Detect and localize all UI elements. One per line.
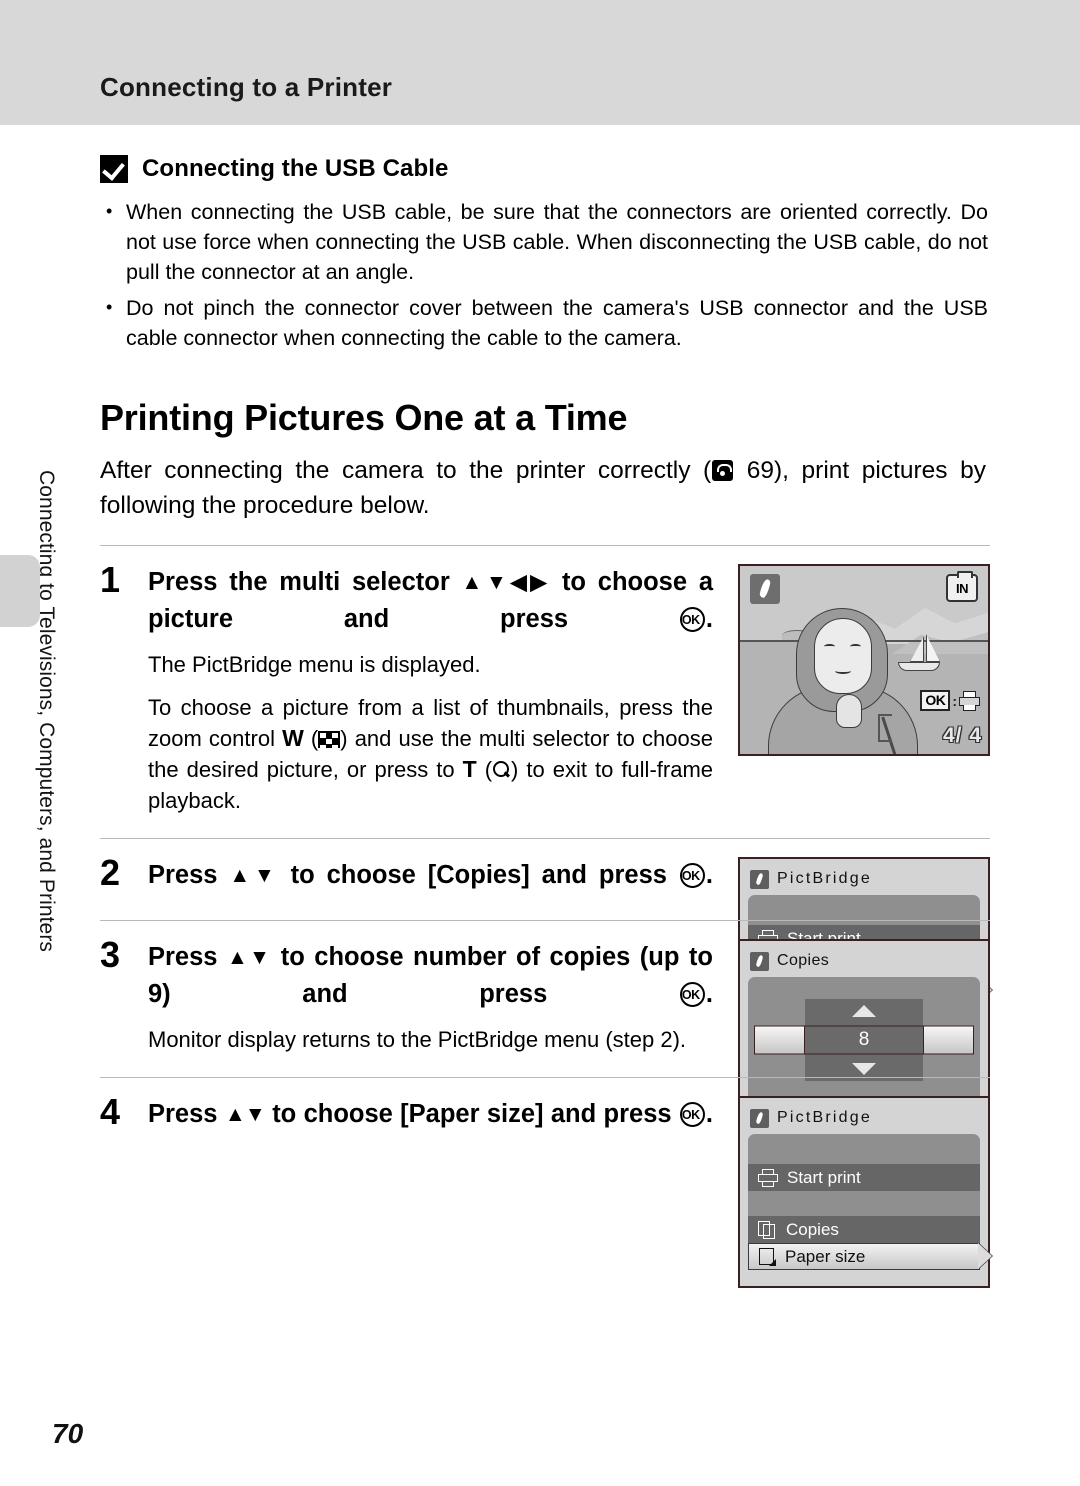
chapter-tab-marker: [0, 555, 40, 627]
multi-selector-arrows-icon: ▲▼: [229, 864, 279, 887]
step-number: 4: [100, 1091, 121, 1132]
copies-icon: [758, 1220, 777, 1239]
page-content: Connecting the USB Cable When connecting…: [100, 125, 990, 1288]
step-title-end: .: [705, 861, 713, 889]
menu-title-row: PictBridge: [748, 867, 980, 891]
menu-title-label: Copies: [777, 952, 830, 969]
step-title-end: .: [705, 605, 713, 633]
photo-person-mouth: [835, 668, 851, 674]
zoom-tele-label: T: [462, 756, 477, 782]
multi-selector-arrows-icon: ▲▼: [226, 946, 272, 969]
zoom-wide-label: W: [282, 725, 304, 751]
multi-selector-arrows-icon: ▲▼: [224, 1103, 266, 1126]
ok-button-icon: OK: [679, 982, 705, 1007]
print-hint-group: OK :: [920, 690, 980, 711]
menu-item-paper-size[interactable]: Paper size: [748, 1243, 980, 1270]
ok-button-icon: OK: [679, 863, 705, 888]
step-4-screenshot: PictBridge Start print Copies Paper size: [738, 1096, 990, 1288]
checkbox-checked-icon: [100, 155, 128, 183]
copies-value: 8: [858, 1029, 870, 1050]
step-title-part-2: to choose [Copies] and press: [290, 861, 667, 889]
photo-person-hand: [836, 694, 862, 728]
playback-mode-icon: [750, 574, 780, 604]
step-number: 3: [100, 934, 121, 975]
step-title-part-1: Press: [148, 1100, 218, 1128]
menu-item-label: Start print: [787, 1167, 861, 1187]
triangle-down-icon[interactable]: [852, 1063, 876, 1075]
photo-person-face: [814, 618, 872, 694]
note-heading-row: Connecting the USB Cable: [100, 155, 990, 183]
section-intro: After connecting the camera to the print…: [100, 453, 990, 523]
step-title: Press the multi selector ▲▼◀▶ to choose …: [148, 564, 713, 637]
ok-button-indicator: OK: [920, 690, 951, 711]
triangle-up-icon[interactable]: [852, 1005, 876, 1017]
page-header-band: Connecting to a Printer: [0, 0, 1080, 125]
step-number: 1: [100, 559, 121, 600]
procedure-step-2: 2 Press ▲▼ to choose [Copies] and press …: [100, 838, 990, 1049]
intro-text-before: After connecting the camera to the print…: [100, 457, 712, 484]
page-reference-icon: [712, 460, 734, 481]
procedure-step-3: 3 Press ▲▼ to choose number of copies (u…: [100, 920, 990, 1131]
page-number: 70: [52, 1418, 84, 1449]
playback-mode-icon: [750, 1108, 769, 1128]
menu-title-label: PictBridge: [777, 1109, 872, 1126]
page-icon: [759, 1247, 776, 1266]
menu-title-row: Copies: [748, 949, 980, 973]
step-number: 2: [100, 852, 121, 893]
magnifier-icon: [492, 761, 511, 780]
step-description-1: Monitor display returns to the PictBridg…: [148, 1027, 687, 1052]
ok-button-icon: OK: [679, 607, 705, 632]
section-heading: Printing Pictures One at a Time: [100, 397, 628, 438]
photo-sailboat-hull: [898, 662, 940, 671]
chapter-side-tab: Connecting to Televisions, Computers, an…: [28, 470, 62, 1030]
step-title-end: .: [705, 1100, 713, 1128]
note-heading-label: Connecting the USB Cable: [142, 155, 449, 182]
step-title-part-2: to choose [Paper size] and press: [272, 1100, 672, 1128]
multi-selector-arrows-icon: ▲▼◀▶: [461, 571, 552, 594]
menu-item-label: Copies: [786, 1219, 839, 1239]
step-title-end: .: [705, 980, 713, 1008]
step-1-screenshot: IN OK : 4/ 4: [738, 564, 990, 756]
procedure-step-4: 4 Press ▲▼ to choose [Paper size] and pr…: [100, 1077, 990, 1288]
printer-icon: [758, 1168, 778, 1187]
menu-title-row: PictBridge: [748, 1106, 980, 1130]
step-title: Press ▲▼ to choose [Paper size] and pres…: [148, 1096, 713, 1133]
list-item: When connecting the USB cable, be sure t…: [100, 196, 990, 287]
playback-mode-icon: [750, 951, 769, 971]
procedure-step-1: 1 Press the multi selector ▲▼◀▶ to choos…: [100, 545, 990, 816]
colon-separator: :: [952, 692, 957, 709]
step-description-2: To choose a picture from a list of thumb…: [148, 692, 713, 816]
printer-icon: [959, 690, 980, 711]
camera-playback-screen: IN OK : 4/ 4: [738, 564, 990, 756]
photo-person-eye-right: [850, 644, 861, 649]
photo-person-eye-left: [824, 644, 835, 649]
list-item: Do not pinch the connector cover between…: [100, 292, 990, 353]
menu-title-label: PictBridge: [777, 870, 872, 887]
step-description-1: The PictBridge menu is displayed.: [148, 652, 481, 677]
frame-counter: 4/ 4: [942, 724, 982, 747]
step-title-part-1: Press: [148, 943, 218, 971]
desc-paren-open-2: (: [484, 757, 493, 782]
thumbnail-grid-icon: [318, 731, 341, 748]
menu-item-start-print[interactable]: Start print: [748, 1164, 980, 1191]
menu-panel: Start print Copies Paper size: [748, 1134, 980, 1270]
step-title: Press ▲▼ to choose number of copies (up …: [148, 939, 713, 1012]
page-header-title: Connecting to a Printer: [100, 72, 393, 102]
step-title: Press ▲▼ to choose [Copies] and press OK…: [148, 857, 713, 894]
step-title-part-1: Press the multi selector: [148, 568, 450, 596]
pictbridge-menu-screen: PictBridge Start print Copies Paper size: [738, 1096, 990, 1288]
step-title-part-1: Press: [148, 861, 218, 889]
playback-mode-icon: [750, 869, 769, 889]
note-bullet-list: When connecting the USB cable, be sure t…: [100, 196, 990, 353]
internal-memory-icon: IN: [946, 571, 978, 602]
desc-paren-open: (: [310, 726, 319, 751]
intro-page-ref: 69: [746, 457, 775, 484]
ok-button-icon: OK: [679, 1102, 705, 1127]
menu-item-copies[interactable]: Copies: [748, 1216, 980, 1243]
menu-item-label: Paper size: [785, 1246, 866, 1266]
chapter-side-tab-label: Connecting to Televisions, Computers, an…: [35, 470, 58, 953]
